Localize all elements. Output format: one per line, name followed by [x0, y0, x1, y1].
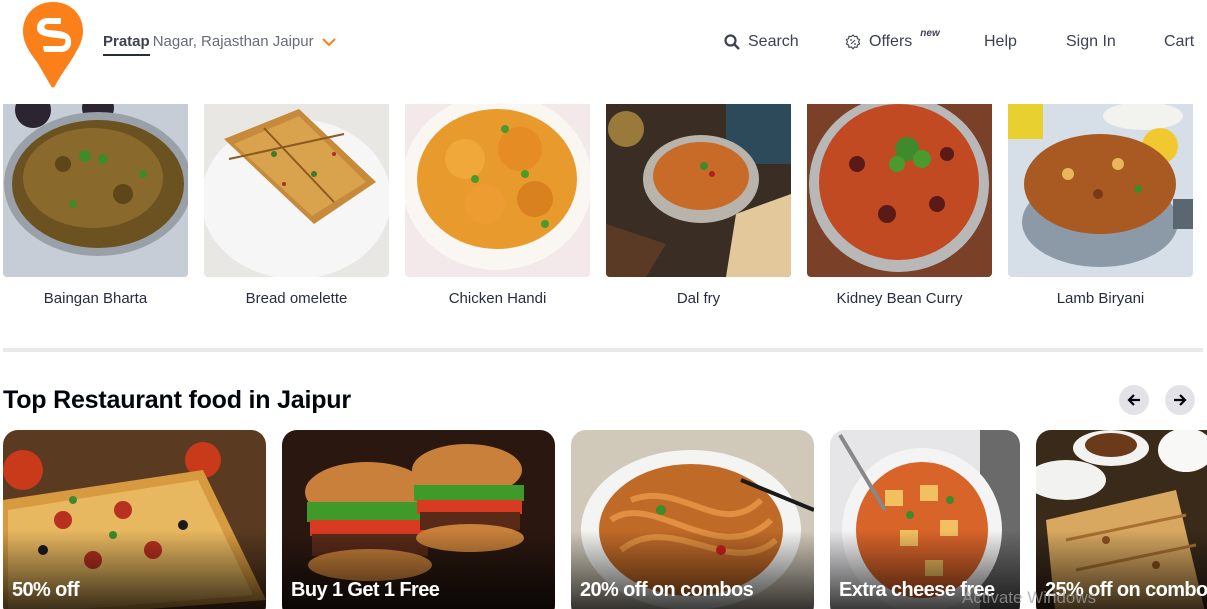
section-title: Top Restaurant food in Jaipur	[3, 386, 351, 414]
chevron-down-icon	[321, 37, 336, 46]
dish-image	[405, 104, 590, 277]
dish-image	[3, 104, 188, 277]
offer-badge-icon	[845, 34, 861, 50]
site-header: Pratap Nagar, Rajasthan Jaipur Search Of…	[0, 0, 1207, 104]
nav-search[interactable]: Search	[724, 33, 799, 51]
dish-label: Bread omelette	[245, 290, 348, 307]
dish-card[interactable]: Chicken Handi	[405, 104, 590, 307]
nav-offers[interactable]: Offers new	[845, 28, 940, 51]
carousel-next-button[interactable]	[1165, 385, 1195, 415]
card-offer-label: 20% off on combos	[580, 579, 754, 601]
dish-label: Chicken Handi	[448, 290, 547, 307]
dish-card[interactable]: Lamb Biryani	[1008, 104, 1193, 307]
nav-sign-in-label: Sign In	[1066, 33, 1116, 50]
arrow-right-icon	[1174, 394, 1187, 406]
dish-image	[204, 104, 389, 277]
card-offer-label: Buy 1 Get 1 Free	[291, 579, 440, 601]
restaurant-card[interactable]: 20% off on combos	[571, 430, 814, 609]
dish-card[interactable]: Kidney Bean Curry	[807, 104, 992, 307]
nav-help[interactable]: Help	[984, 33, 1017, 51]
restaurant-card[interactable]: Buy 1 Get 1 Free	[282, 430, 555, 609]
dish-image	[1008, 104, 1193, 277]
location-area: Pratap	[103, 33, 150, 56]
nav-search-label: Search	[748, 33, 799, 50]
dish-card[interactable]: Baingan Bharta	[3, 104, 188, 307]
location-detail: Nagar, Rajasthan Jaipur	[152, 33, 314, 50]
nav-sign-in[interactable]: Sign In	[1066, 33, 1116, 51]
section-divider	[3, 348, 1203, 352]
location-selector[interactable]: Pratap Nagar, Rajasthan Jaipur	[103, 33, 336, 56]
dish-image	[606, 104, 791, 277]
restaurant-card[interactable]: 25% off on combos	[1036, 430, 1207, 609]
dish-label: Lamb Biryani	[1056, 290, 1145, 307]
dish-carousel: Baingan Bharta Bread omelette Chicken Ha…	[0, 104, 1207, 324]
swiggy-logo-icon[interactable]	[21, 0, 85, 88]
nav-cart-label: Cart	[1164, 33, 1195, 50]
dish-card[interactable]: Dal fry	[606, 104, 791, 307]
restaurant-card[interactable]: 50% off	[3, 430, 266, 609]
carousel-prev-button[interactable]	[1119, 385, 1149, 415]
windows-activation-watermark: Activate Windows	[962, 588, 1097, 607]
restaurant-card[interactable]: Extra cheese free	[830, 430, 1020, 609]
search-icon	[724, 34, 740, 50]
dish-label: Baingan Bharta	[43, 290, 148, 307]
nav-cart[interactable]: Cart	[1164, 33, 1194, 51]
dish-card[interactable]: Bread omelette	[204, 104, 389, 307]
dish-image	[807, 104, 992, 277]
arrow-left-icon	[1127, 394, 1140, 406]
dish-label: Dal fry	[676, 290, 721, 307]
offers-new-badge: new	[920, 27, 940, 39]
nav-offers-label: Offers	[869, 33, 913, 50]
card-offer-label: 50% off	[12, 579, 80, 601]
nav-help-label: Help	[984, 33, 1017, 50]
dish-label: Kidney Bean Curry	[836, 290, 963, 307]
